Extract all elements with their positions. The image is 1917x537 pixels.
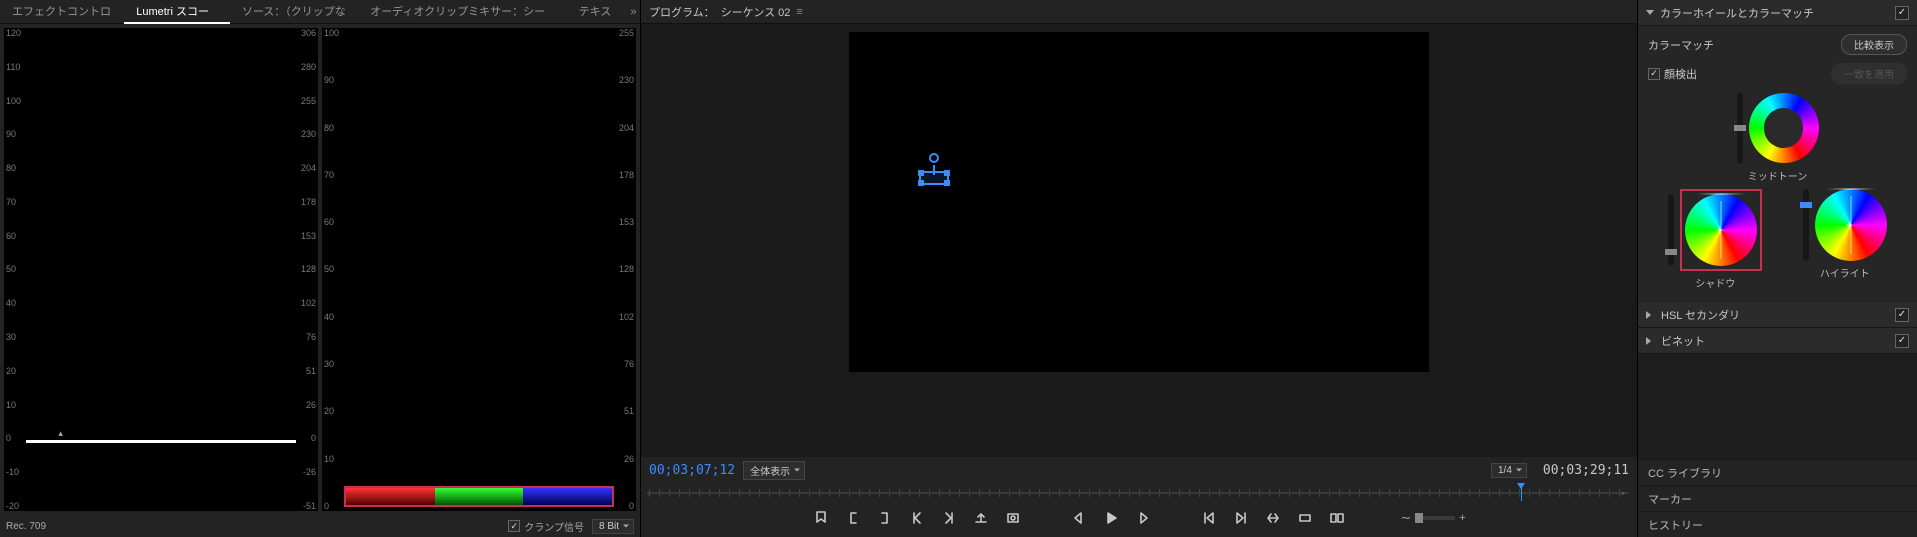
scopes-body: 1201101009080706050403020100-10-20 30628… [0, 24, 640, 537]
zoom-in-icon[interactable]: + [1459, 512, 1465, 524]
clamp-signal-label: クランプ信号 [524, 519, 584, 534]
apply-match-button: 一致を適用 [1831, 63, 1907, 84]
luma-spike: ▴ [58, 428, 68, 438]
chevron-right-icon [1646, 337, 1655, 345]
wheel-puck-icon[interactable]: + [1716, 225, 1726, 235]
overwrite-button[interactable] [1296, 509, 1314, 527]
lift-button[interactable] [972, 509, 990, 527]
program-title-prefix: プログラム： [649, 4, 715, 20]
panel-cc-libraries[interactable]: CC ライブラリ [1638, 459, 1917, 485]
midtones-luma-slider[interactable] [1737, 92, 1743, 164]
color-wheels-body: カラーマッチ 比較表示 顔検出 一致を適用 ミッドトーン [1638, 26, 1917, 302]
scrubber-end-icon[interactable]: ◦ [1621, 488, 1631, 498]
chevron-right-icon [1646, 311, 1655, 319]
add-marker-button[interactable] [812, 509, 830, 527]
section-hsl-secondary[interactable]: HSL セカンダリ [1638, 302, 1917, 328]
tabs-overflow-icon[interactable]: » [627, 6, 640, 18]
chevron-down-icon [1646, 10, 1654, 19]
highlights-label: ハイライト [1820, 265, 1870, 280]
bit-depth-dropdown[interactable]: 8 Bit [592, 519, 634, 534]
step-back-button[interactable] [1070, 509, 1088, 527]
go-to-out-button[interactable] [940, 509, 958, 527]
rgb-parade-highlight [344, 486, 614, 507]
resize-handle[interactable] [944, 170, 950, 176]
tab-source[interactable]: ソース：（クリップなし） [230, 0, 358, 24]
program-sequence-name: シーケンス 02 [721, 4, 791, 20]
scopes-tab-bar: エフェクトコントロール Lumetri スコープ ≡ ソース：（クリップなし） … [0, 0, 640, 24]
timeline-zoom-slider[interactable]: ∼ + [1400, 510, 1465, 526]
program-monitor-header: プログラム： シーケンス 02 ≡ [641, 0, 1637, 24]
export-frame-button[interactable] [1004, 509, 1022, 527]
section-enable-checkbox[interactable] [1895, 334, 1909, 348]
tab-text[interactable]: テキスト [567, 0, 627, 24]
highlights-luma-slider[interactable] [1803, 189, 1809, 261]
clamp-signal-checkbox[interactable]: クランプ信号 [508, 519, 584, 534]
panel-markers[interactable]: マーカー [1638, 485, 1917, 511]
program-controls: 00;03;07;12 全体表示 1/4 00;03;29;11 ◦ ◦ [641, 457, 1637, 537]
section-title: HSL セカンダリ [1661, 307, 1740, 323]
playback-resolution-dropdown[interactable]: 1/4 [1491, 463, 1527, 478]
insert-button[interactable] [1264, 509, 1282, 527]
prev-edit-button[interactable] [1200, 509, 1218, 527]
color-match-label: カラーマッチ [1648, 37, 1714, 53]
highlights-wheel-block: + ハイライト [1803, 189, 1887, 290]
highlights-color-wheel[interactable]: + [1815, 189, 1887, 261]
timecode-current[interactable]: 00;03;07;12 [649, 463, 735, 478]
anchor-point-icon[interactable] [929, 153, 939, 163]
shadows-selected-frame: + [1680, 189, 1762, 271]
go-to-in-button[interactable] [908, 509, 926, 527]
compare-view-button[interactable]: 比較表示 [1841, 34, 1907, 55]
wheel-puck-icon[interactable]: + [1846, 220, 1856, 230]
mark-in-button[interactable] [844, 509, 862, 527]
scope-colorspace-label: Rec. 709 [6, 521, 46, 532]
resize-handle[interactable] [918, 170, 924, 176]
resize-handle[interactable] [918, 180, 924, 186]
tab-audio-clip-mixer[interactable]: オーディオクリップミキサー：シーケンス 02 [358, 0, 566, 24]
section-color-wheels[interactable]: カラーホイールとカラーマッチ [1638, 0, 1917, 26]
scope-rgb-parade[interactable]: 1009080706050403020100 25523020417815312… [322, 28, 636, 511]
midtones-wheel-block: ミッドトーン [1737, 92, 1819, 183]
shadows-color-wheel[interactable]: + [1685, 194, 1757, 266]
luma-trace [26, 440, 296, 443]
selected-graphic[interactable] [919, 171, 949, 185]
zoom-out-icon[interactable]: ∼ [1400, 510, 1411, 526]
playhead[interactable] [1521, 485, 1522, 501]
timecode-duration[interactable]: 00;03;29;11 [1543, 463, 1629, 478]
midtones-color-wheel[interactable] [1749, 93, 1819, 163]
transport-bar: ∼ + [649, 505, 1629, 531]
comparison-view-button[interactable] [1328, 509, 1346, 527]
scopes-footer: Rec. 709 クランプ信号 8 Bit [0, 515, 640, 537]
panel-history[interactable]: ヒストリー [1638, 511, 1917, 537]
resize-handle[interactable] [944, 180, 950, 186]
program-panel-menu-icon[interactable]: ≡ [796, 6, 802, 18]
shadows-wheel-block: + シャドウ [1668, 189, 1762, 290]
next-edit-button[interactable] [1232, 509, 1250, 527]
shadows-label: シャドウ [1695, 275, 1735, 290]
shadows-luma-slider[interactable] [1668, 194, 1674, 266]
scope-luma-waveform[interactable]: 1201101009080706050403020100-10-20 30628… [4, 28, 318, 511]
play-button[interactable] [1102, 509, 1120, 527]
section-title: ビネット [1661, 333, 1705, 349]
section-vignette[interactable]: ビネット [1638, 328, 1917, 354]
section-enable-checkbox[interactable] [1895, 6, 1909, 20]
section-title: カラーホイールとカラーマッチ [1660, 5, 1814, 21]
face-detect-label: 顔検出 [1664, 66, 1697, 82]
zoom-fit-dropdown[interactable]: 全体表示 [743, 461, 805, 480]
mark-out-button[interactable] [876, 509, 894, 527]
tab-effect-controls[interactable]: エフェクトコントロール [0, 0, 124, 24]
program-canvas[interactable] [849, 32, 1429, 372]
tab-lumetri-scopes[interactable]: Lumetri スコープ ≡ [124, 0, 230, 24]
step-forward-button[interactable] [1134, 509, 1152, 527]
midtones-label: ミッドトーン [1748, 168, 1808, 183]
program-scrubber[interactable]: ◦ ◦ [649, 485, 1629, 501]
section-enable-checkbox[interactable] [1895, 308, 1909, 322]
face-detect-checkbox[interactable]: 顔検出 [1648, 66, 1697, 82]
program-monitor-body [641, 24, 1637, 457]
